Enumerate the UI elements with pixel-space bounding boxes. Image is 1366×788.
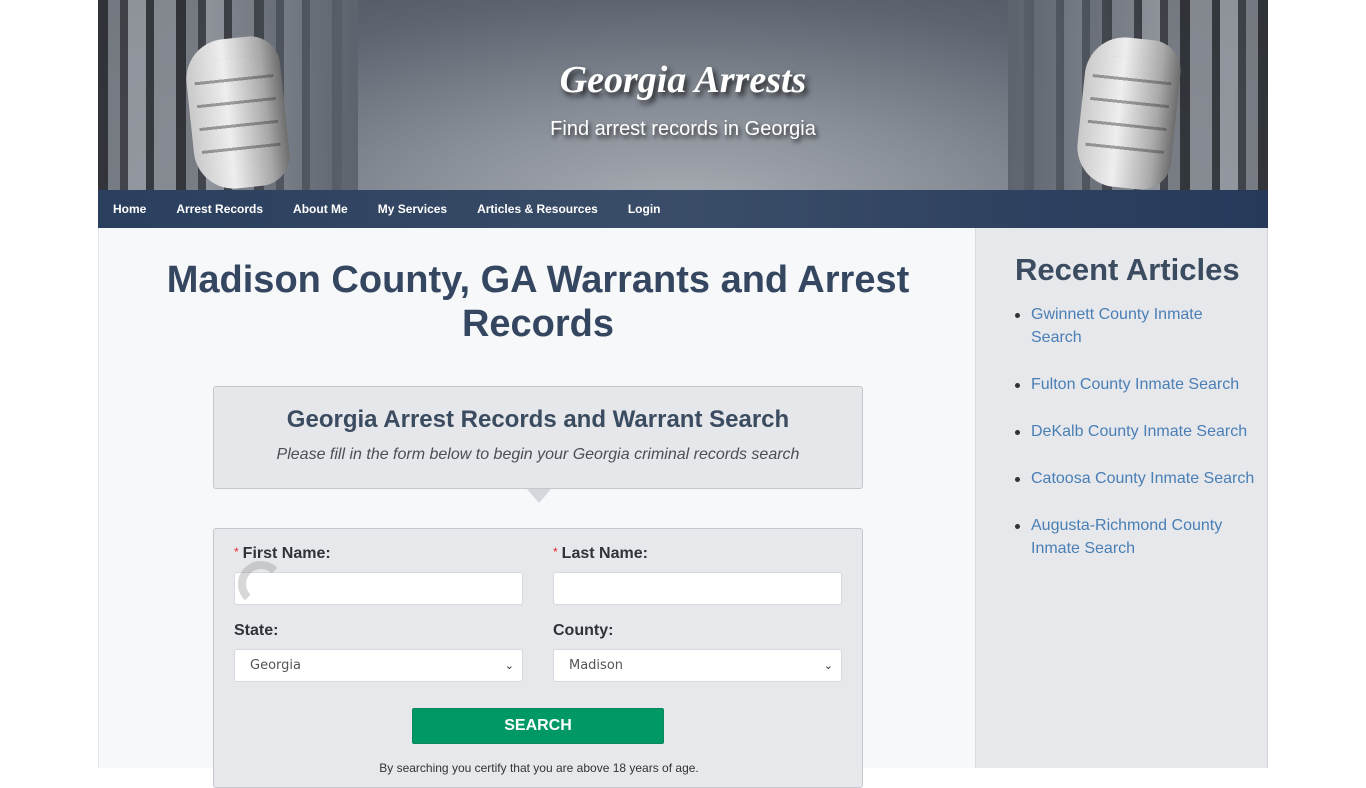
last-name-input[interactable] [553,572,842,605]
nav-home[interactable]: Home [113,202,146,216]
article-link-gwinnett[interactable]: Gwinnett County Inmate Search [1031,306,1203,346]
list-item: Fulton County Inmate Search [1015,373,1255,396]
recent-articles-list: Gwinnett County Inmate Search Fulton Cou… [1015,303,1255,584]
main-nav: Home Arrest Records About Me My Services… [98,190,1268,228]
county-label: County: [553,622,614,639]
search-button[interactable]: SEARCH [412,708,664,744]
chevron-down-icon: ⌄ [823,659,833,672]
nav-articles-resources[interactable]: Articles & Resources [477,202,598,216]
county-select[interactable]: Madison ⌄ [553,649,842,682]
first-name-label-text: First Name: [242,545,331,562]
list-item: Augusta-Richmond County Inmate Search [1015,514,1255,560]
header-banner: Georgia Arrests Find arrest records in G… [98,0,1268,190]
state-select-value: Georgia [250,658,301,673]
list-item: Catoosa County Inmate Search [1015,467,1255,490]
site-title[interactable]: Georgia Arrests [98,58,1268,102]
search-form: * First Name: * Last Name: State: Georgia … [213,528,863,788]
fist-right-image [1073,33,1184,190]
article-link-catoosa[interactable]: Catoosa County Inmate Search [1031,470,1254,487]
first-name-input[interactable] [234,572,523,605]
chevron-down-icon: ⌄ [504,659,514,672]
required-marker: * [553,545,558,559]
fist-left-image [182,33,293,190]
state-field: State: Georgia ⌄ [234,622,523,682]
last-name-label: * Last Name: [553,545,842,563]
state-label: State: [234,622,279,639]
sidebar: Recent Articles Gwinnett County Inmate S… [975,228,1268,768]
search-intro-subtitle: Please fill in the form below to begin y… [276,446,800,463]
recent-articles-title: Recent Articles [1015,252,1240,287]
county-field: County: Madison ⌄ [553,622,842,682]
last-name-field: * Last Name: [553,545,842,605]
first-name-field: * First Name: [234,545,523,605]
site-tagline: Find arrest records in Georgia [550,118,816,140]
article-link-dekalb[interactable]: DeKalb County Inmate Search [1031,423,1247,440]
nav-arrest-records[interactable]: Arrest Records [176,202,263,216]
nav-login[interactable]: Login [628,202,661,216]
state-select[interactable]: Georgia ⌄ [234,649,523,682]
list-item: Gwinnett County Inmate Search [1015,303,1255,349]
article-link-augusta-richmond[interactable]: Augusta-Richmond County Inmate Search [1031,517,1222,557]
required-marker: * [234,545,239,559]
page-title: Madison County, GA Warrants and Arrest R… [166,259,910,345]
article-link-fulton[interactable]: Fulton County Inmate Search [1031,376,1239,393]
last-name-label-text: Last Name: [561,545,648,562]
nav-about-me[interactable]: About Me [293,202,348,216]
main-content: Madison County, GA Warrants and Arrest R… [98,228,975,788]
age-disclaimer: By searching you certify that you are ab… [379,761,699,775]
list-item: DeKalb County Inmate Search [1015,420,1255,443]
search-intro-title: Georgia Arrest Records and Warrant Searc… [286,406,790,433]
nav-my-services[interactable]: My Services [378,202,447,216]
search-intro-box: Georgia Arrest Records and Warrant Searc… [213,386,863,503]
first-name-label: * First Name: [234,545,523,563]
county-select-value: Madison [569,658,624,673]
page: Georgia Arrests Find arrest records in G… [98,0,1268,788]
